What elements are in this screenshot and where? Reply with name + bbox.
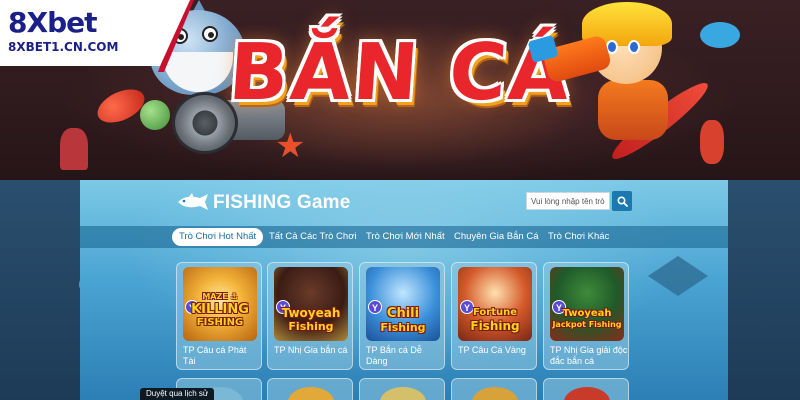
lobby-title: FISHING Game (213, 192, 351, 213)
brand-domain: 8XBET1.CN.COM (8, 40, 119, 54)
game-logo-line2: KILLING (191, 302, 249, 317)
shark-eye-right (202, 26, 218, 42)
game-card[interactable]: Y Twoyeah Jackpot Fishing TP Nhị Gia giả… (543, 262, 629, 370)
thumbnail-art (472, 387, 518, 400)
lobby-side-left (0, 180, 80, 400)
blue-fish-illustration (700, 22, 740, 48)
thumbnail-art (380, 387, 426, 400)
game-title: TP Câu Cá Vàng (458, 345, 526, 355)
browse-history-tab[interactable]: Duyệt qua lịch sử (140, 388, 215, 400)
lobby-header: FISHING Game (80, 180, 728, 224)
game-thumbnail: Y Twoyeah Fishing (274, 267, 348, 341)
game-card-partial[interactable] (359, 378, 445, 400)
game-logo-line3: Fishing (288, 320, 334, 333)
tab-other-games[interactable]: Trò Chơi Khác (544, 228, 613, 246)
coral-decoration (60, 128, 88, 170)
fishing-lobby: FISHING Game Trò Chơi Hot Nhất Tất Cả Cá… (80, 180, 728, 400)
tab-fishing-experts[interactable]: Chuyên Gia Bắn Cá (450, 228, 543, 246)
game-logo-line3: FISHING (196, 317, 244, 328)
game-title: TP Nhị Gia bắn cá (274, 345, 348, 355)
green-bubble-illustration (140, 100, 170, 130)
game-card[interactable]: Y MAZE ⚓ KILLING FISHING TP Câu cá Phát … (176, 262, 262, 370)
tab-new-games[interactable]: Trò Chơi Mới Nhất (362, 228, 449, 246)
kid-mascot-body (598, 80, 668, 140)
game-card-partial[interactable] (451, 378, 537, 400)
lobby-side-right (728, 180, 800, 400)
search-button[interactable] (612, 191, 632, 211)
coral-decoration-right (700, 120, 724, 164)
game-card[interactable]: Y Chili Fishing TP Bắn cá Dễ Dàng (359, 262, 445, 370)
game-logo-line2: Twoyeah (281, 306, 341, 320)
game-thumbnail: Y MAZE ⚓ KILLING FISHING (183, 267, 257, 341)
kid-eye-right (628, 40, 640, 54)
game-thumbnail: Y Fortune Fishing (458, 267, 532, 341)
game-logo-line3: Jackpot Fishing (552, 320, 622, 329)
game-logo-line2: Chili (386, 306, 420, 321)
category-tabs: Trò Chơi Hot Nhất Tất Cả Các Trò Chơi Tr… (80, 226, 728, 248)
starfish-icon: ★ (275, 127, 306, 165)
game-logo-line3: Fishing (380, 321, 426, 334)
game-card-partial[interactable] (267, 378, 353, 400)
thumbnail-art (564, 387, 610, 400)
tab-hot-games[interactable]: Trò Chơi Hot Nhất (172, 228, 264, 246)
game-card[interactable]: Y Twoyeah Fishing TP Nhị Gia bắn cá (267, 262, 353, 370)
thumbnail-art (288, 387, 334, 400)
game-logo-line3: Fishing (470, 319, 520, 333)
brand-logo[interactable]: 8Xbet (8, 6, 97, 39)
search-icon (616, 195, 628, 207)
game-thumbnail: Y Twoyeah Jackpot Fishing (550, 267, 624, 341)
game-logo-line2: Twoyeah (562, 308, 612, 319)
game-card[interactable]: Y Fortune Fishing TP Câu Cá Vàng (451, 262, 537, 370)
tab-all-games[interactable]: Tất Cả Các Trò Chơi (265, 228, 361, 246)
game-card-partial[interactable] (543, 378, 629, 400)
game-title: TP Bắn cá Dễ Dàng (366, 345, 422, 366)
game-title: TP Câu cá Phát Tài (183, 345, 247, 366)
game-thumbnail: Y Chili Fishing (366, 267, 440, 341)
shark-logo-icon (178, 193, 208, 210)
game-logo-line1: MAZE ⚓ (202, 292, 238, 301)
game-search-input[interactable] (526, 192, 610, 210)
game-logo-line2: Fortune (472, 307, 518, 318)
game-title: TP Nhị Gia giải độc đắc bắn cá (550, 345, 628, 366)
